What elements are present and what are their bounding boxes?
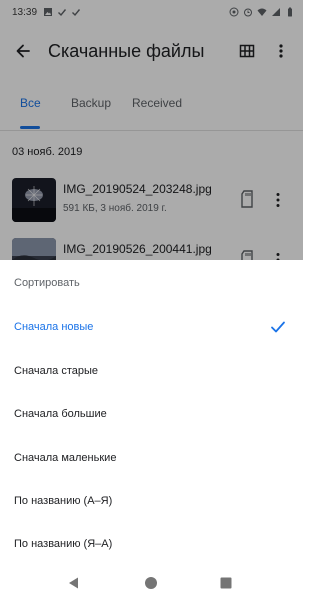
square-recents-icon [220, 577, 232, 589]
sort-option-label: Сначала большие [14, 408, 107, 420]
sheet-title: Сортировать [14, 277, 80, 289]
sort-option-label: По названию (Я–А) [14, 538, 113, 550]
sort-option-label: По названию (А–Я) [14, 495, 113, 507]
check-icon [271, 321, 285, 333]
sort-option-label: Сначала старые [14, 365, 99, 377]
sort-option-name-asc[interactable]: По названию (А–Я) [0, 481, 303, 521]
sort-option-newest[interactable]: Сначала новые [0, 307, 303, 347]
sort-option-label: Сначала маленькие [14, 452, 117, 464]
nav-recents-button[interactable] [216, 573, 236, 593]
triangle-back-icon [69, 577, 78, 589]
circle-home-icon [145, 577, 157, 589]
nav-home-button[interactable] [141, 573, 161, 593]
nav-back-button[interactable] [64, 573, 84, 593]
sort-option-largest[interactable]: Сначала большие [0, 394, 303, 434]
sort-option-smallest[interactable]: Сначала маленькие [0, 438, 303, 478]
sort-option-name-desc[interactable]: По названию (Я–А) [0, 524, 303, 564]
system-nav-bar [0, 565, 303, 600]
sort-bottom-sheet: Сортировать Сначала новые Сначала старые… [0, 260, 303, 565]
sort-option-label: Сначала новые [14, 321, 94, 333]
app-screen: 13:39 Скачанные файлы Все Backup Receive… [0, 0, 303, 600]
sort-option-oldest[interactable]: Сначала старые [0, 351, 303, 391]
